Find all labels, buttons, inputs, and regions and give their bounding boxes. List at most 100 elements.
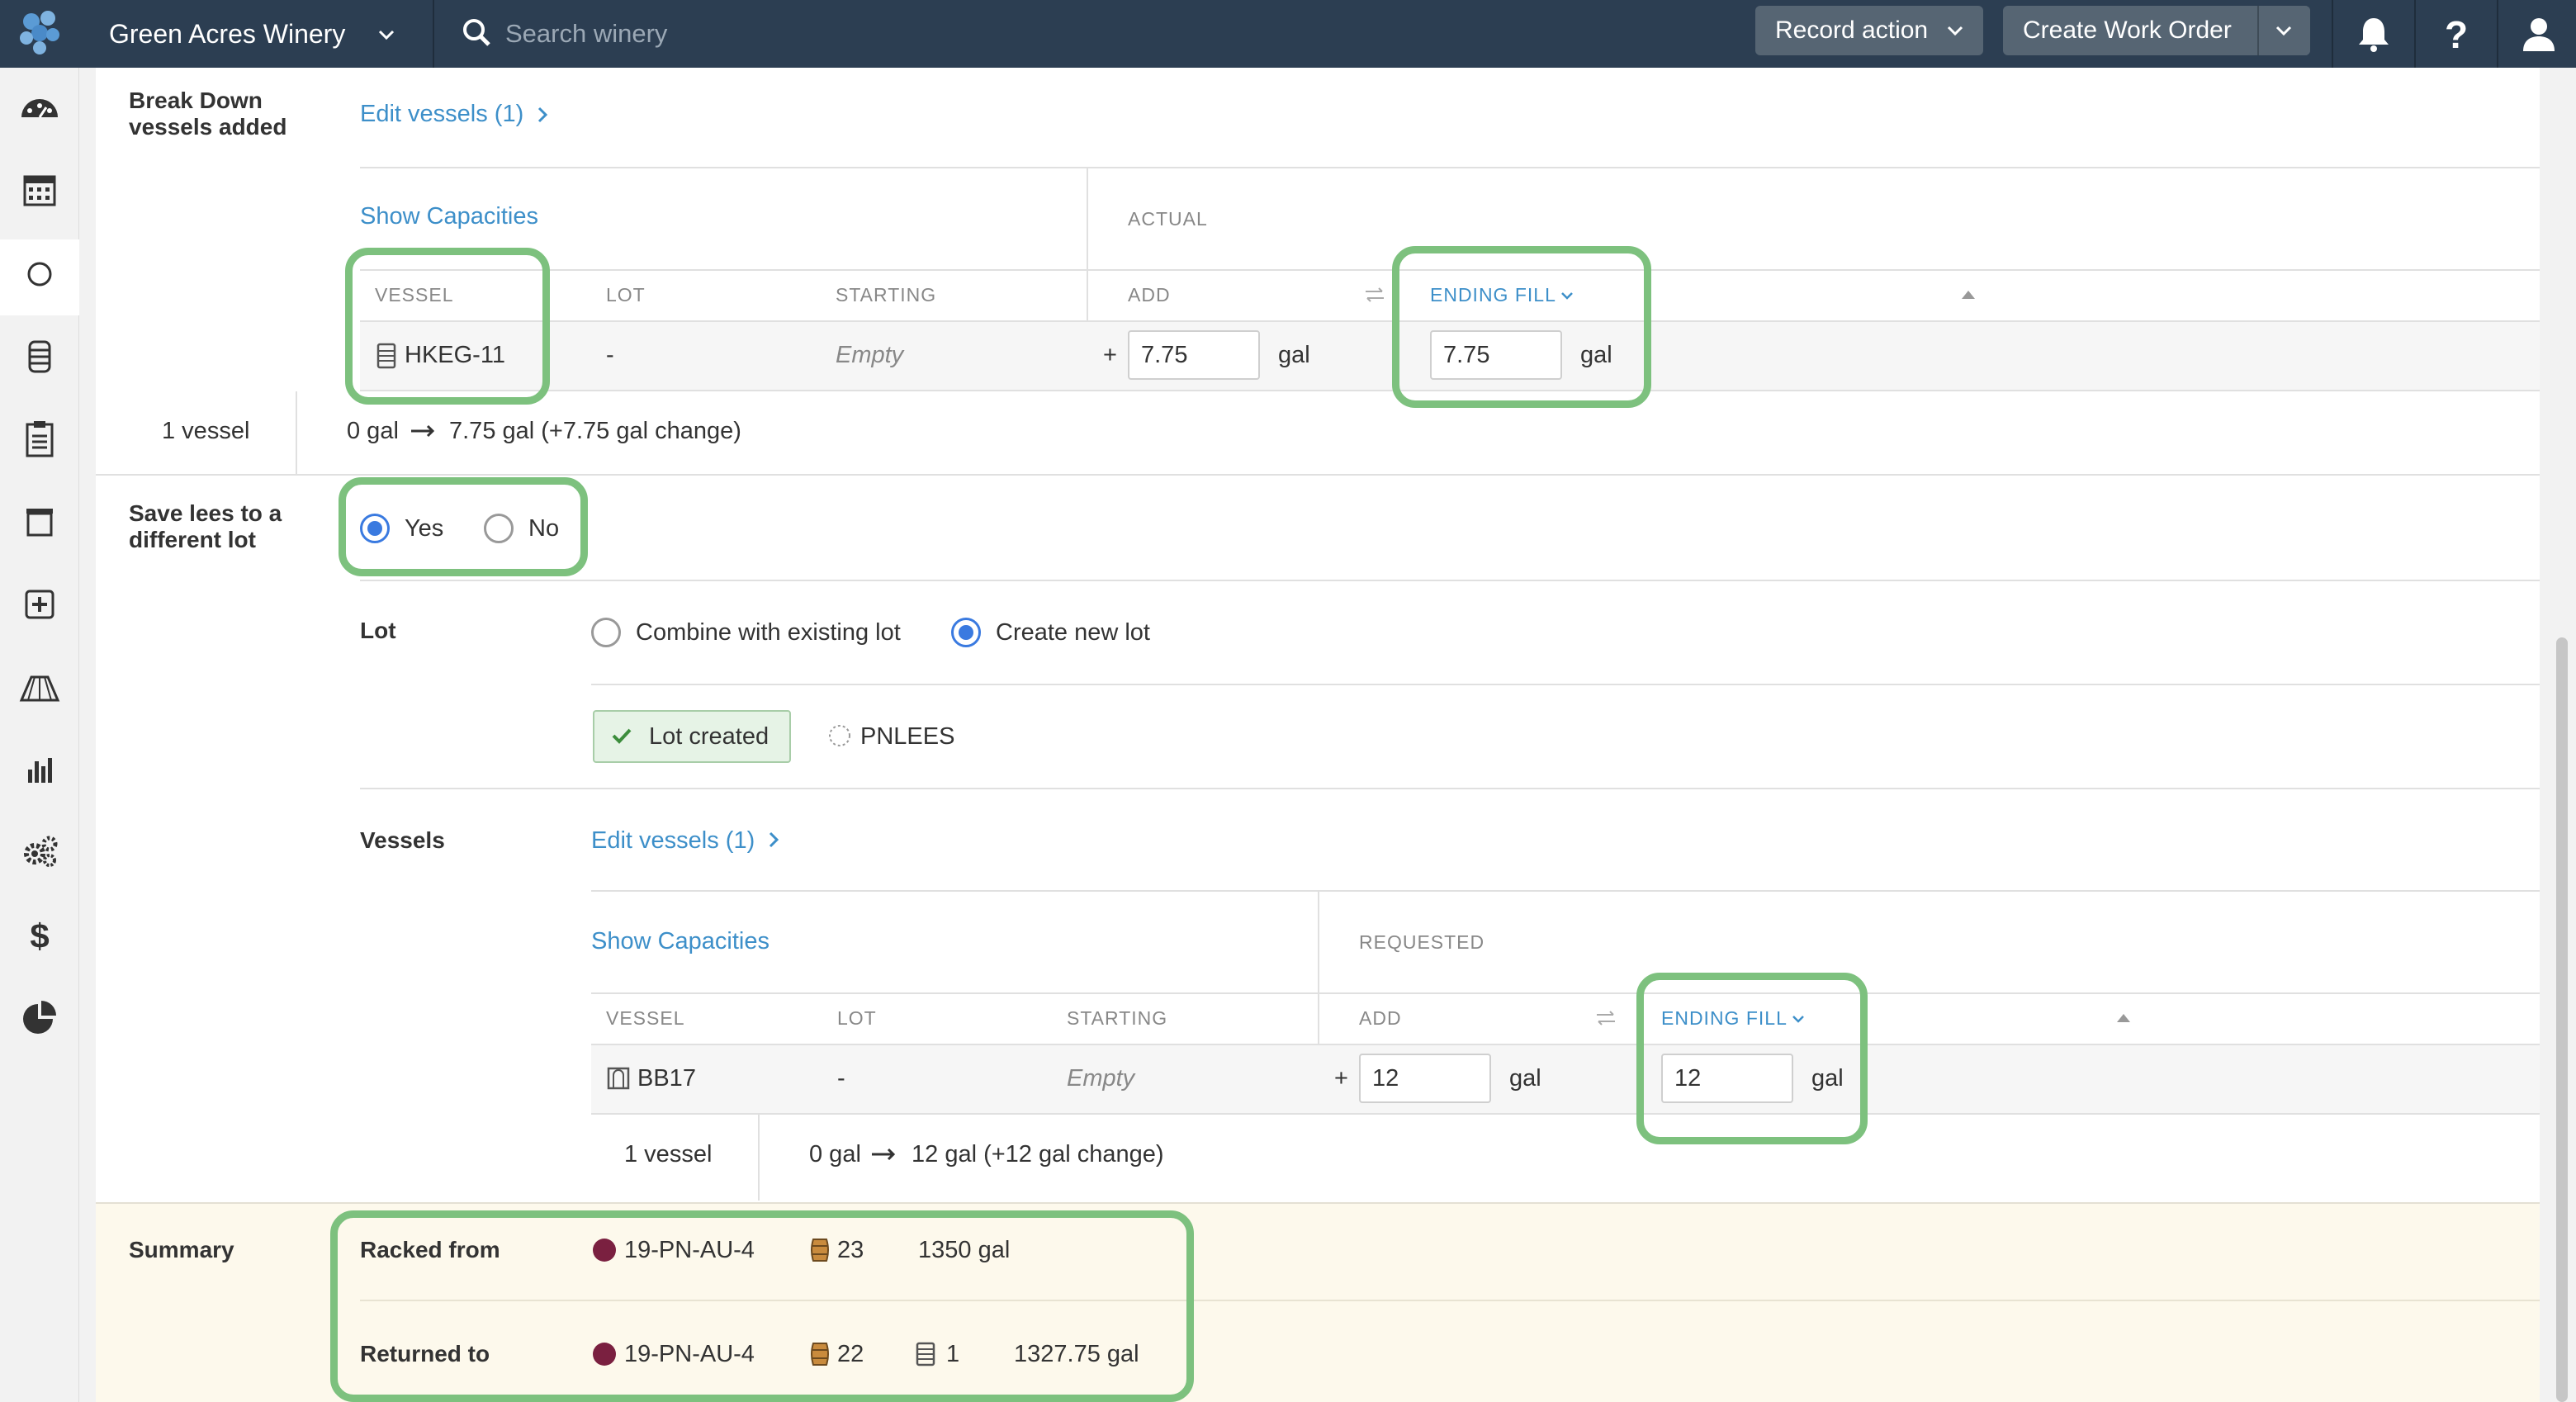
- add-unit: gal: [1278, 342, 1310, 368]
- divider: [591, 1113, 2540, 1115]
- divider: [433, 0, 434, 68]
- volume-to: 12 gal (+12 gal change): [912, 1141, 1164, 1168]
- svg-text:?: ?: [2445, 13, 2468, 56]
- collapse-up-icon[interactable]: [2115, 1011, 2132, 1024]
- volume-from: 0 gal: [347, 418, 399, 444]
- column-header-add: ADD: [1128, 284, 1171, 306]
- add-sign: +: [1334, 1065, 1348, 1092]
- create-work-order-label: Create Work Order: [2023, 17, 2232, 44]
- arrow-right-icon: [411, 424, 435, 438]
- chevron-right-icon[interactable]: [761, 827, 786, 852]
- lot-label: Lot: [360, 618, 396, 643]
- save-lees-label: Save lees to a different lot: [129, 500, 282, 552]
- app-logo-icon[interactable]: [15, 7, 68, 59]
- breakdown-show-capacities-link[interactable]: Show Capacities: [360, 203, 538, 230]
- column-header-starting: STARTING: [1067, 1007, 1168, 1029]
- search-icon: [463, 19, 490, 46]
- plus-square-icon[interactable]: [15, 580, 64, 629]
- calendar-icon[interactable]: [15, 165, 64, 215]
- gears-icon[interactable]: [15, 827, 64, 877]
- add-unit: gal: [1509, 1065, 1541, 1092]
- column-header-lot: LOT: [837, 1007, 877, 1029]
- lot-value: -: [837, 1065, 845, 1092]
- chevron-down-icon: [1947, 26, 1963, 36]
- column-header-lot: LOT: [606, 284, 646, 306]
- check-icon: [612, 728, 632, 744]
- barrel-icon[interactable]: [15, 332, 64, 381]
- volume-from: 0 gal: [809, 1141, 861, 1168]
- divider: [296, 391, 297, 474]
- divider: [360, 788, 2540, 789]
- swap-icon[interactable]: [1362, 282, 1387, 307]
- divider: [360, 580, 2540, 581]
- volume-to: 7.75 gal (+7.75 gal change): [449, 418, 741, 444]
- divider: [360, 167, 2540, 168]
- winery-name[interactable]: Green Acres Winery: [109, 0, 345, 68]
- add-quantity-input[interactable]: [1359, 1054, 1491, 1103]
- help-icon[interactable]: ?: [2434, 12, 2479, 56]
- breakdown-label: Break Down vessels added: [129, 88, 287, 140]
- summary-label: Summary: [129, 1237, 234, 1262]
- chevron-down-icon[interactable]: [372, 20, 401, 50]
- highlight-vessel-column: [345, 248, 550, 405]
- pending-circle-icon: [829, 725, 850, 746]
- scrollbar-thumb[interactable]: [2556, 637, 2568, 1402]
- dashboard-icon[interactable]: [15, 84, 64, 134]
- record-action-label: Record action: [1775, 17, 1929, 44]
- starting-value: Empty: [1067, 1065, 1135, 1092]
- breakdown-edit-vessels-link[interactable]: Edit vessels (1): [360, 101, 523, 128]
- breakdown-mode-header: ACTUAL: [1128, 208, 1208, 230]
- lot-code: PNLEES: [860, 723, 955, 750]
- create-new-lot-label[interactable]: Create new lot: [996, 619, 1150, 647]
- vessel-name[interactable]: BB17: [637, 1065, 696, 1092]
- chevron-down-icon: [2275, 26, 2292, 36]
- vessels-mode-header: REQUESTED: [1359, 931, 1485, 953]
- vessels-edit-vessels-link[interactable]: Edit vessels (1): [591, 827, 755, 855]
- divider: [591, 684, 2540, 685]
- svg-text:$: $: [30, 917, 49, 955]
- dollar-icon[interactable]: $: [15, 910, 64, 959]
- swap-icon[interactable]: [1593, 1006, 1618, 1030]
- collapse-up-icon[interactable]: [1960, 287, 1977, 301]
- vessel-count: 1 vessel: [624, 1141, 713, 1168]
- search-input[interactable]: [505, 13, 1166, 54]
- divider: [758, 1115, 760, 1201]
- column-header-vessel: VESSEL: [606, 1007, 685, 1029]
- divider: [2497, 0, 2498, 68]
- highlight-ending-fill: [1636, 973, 1868, 1144]
- add-sign: +: [1103, 342, 1117, 368]
- combine-lot-label[interactable]: Combine with existing lot: [636, 619, 901, 647]
- divider: [2414, 0, 2416, 68]
- create-work-order-dropdown[interactable]: [2259, 6, 2310, 55]
- vessel-count: 1 vessel: [162, 418, 250, 444]
- lot-created-label: Lot created: [649, 723, 769, 750]
- column-header-starting: STARTING: [836, 284, 937, 306]
- record-action-button[interactable]: Record action: [1755, 6, 1983, 55]
- archive-icon[interactable]: [15, 497, 64, 547]
- circle-icon[interactable]: [15, 249, 64, 299]
- starting-value: Empty: [836, 342, 904, 368]
- lot-value: -: [606, 342, 614, 368]
- divider: [96, 474, 2540, 476]
- vineyard-icon[interactable]: [15, 662, 64, 712]
- highlight-save-lees: [339, 477, 588, 576]
- clipboard-icon[interactable]: [15, 414, 64, 464]
- bar-chart-icon[interactable]: [15, 745, 64, 794]
- divider: [2332, 0, 2333, 68]
- create-new-lot-radio[interactable]: [951, 618, 981, 647]
- bell-icon[interactable]: [2351, 12, 2396, 56]
- divider: [591, 992, 2540, 994]
- pie-chart-icon[interactable]: [15, 994, 64, 1044]
- combine-lot-radio[interactable]: [591, 618, 621, 647]
- add-quantity-input[interactable]: [1128, 330, 1260, 380]
- vessels-label: Vessels: [360, 827, 445, 853]
- vessels-show-capacities-link[interactable]: Show Capacities: [591, 928, 769, 955]
- arrow-right-icon: [872, 1148, 896, 1161]
- column-header-add: ADD: [1359, 1007, 1402, 1029]
- barrel-bin-icon: [607, 1067, 630, 1090]
- user-icon[interactable]: [2517, 12, 2561, 56]
- divider: [591, 890, 2540, 892]
- chevron-right-icon[interactable]: [530, 102, 555, 127]
- highlight-ending-fill: [1392, 246, 1651, 408]
- table-row: [591, 1045, 2540, 1113]
